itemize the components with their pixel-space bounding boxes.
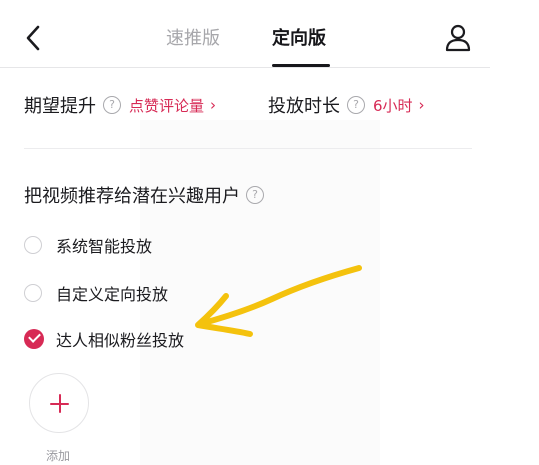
background-shade [140, 120, 380, 465]
top-bar: 速推版 定向版 [0, 0, 539, 68]
chevron-left-icon [26, 25, 40, 51]
targeting-title: 把视频推荐给潜在兴趣用户 ? [24, 182, 272, 208]
screen: 速推版 定向版 期望提升 ? 点赞评论量 › 投放时长 ? 6小时 › 把视频推… [0, 0, 539, 465]
radio-custom-targeting[interactable]: 自定义定向投放 [24, 281, 168, 305]
boost-goal-value: 点赞评论量 [129, 96, 205, 115]
radio-label: 自定义定向投放 [56, 285, 169, 304]
help-icon[interactable]: ? [246, 186, 264, 204]
boost-goal-selector[interactable]: 点赞评论量 › [129, 95, 216, 116]
plus-icon-bar [58, 394, 61, 413]
tab-targeted-boost[interactable]: 定向版 [272, 27, 326, 51]
targeting-title-text: 把视频推荐给潜在兴趣用户 [24, 186, 240, 207]
radio-circle [24, 236, 42, 254]
duration-label: 投放时长 [268, 96, 340, 117]
radio-circle [24, 284, 42, 302]
help-icon[interactable]: ? [103, 96, 121, 114]
check-icon [24, 329, 44, 349]
duration-value: 6小时 [373, 96, 413, 115]
header-divider [0, 67, 490, 68]
user-button[interactable] [443, 23, 473, 53]
radio-label: 达人相似粉丝投放 [56, 331, 185, 350]
duration-option: 投放时长 ? 6小时 › [268, 92, 425, 118]
duration-selector[interactable]: 6小时 › [373, 95, 425, 116]
user-icon [445, 24, 471, 52]
add-label: 添加 [46, 449, 71, 463]
radio-label: 系统智能投放 [56, 237, 153, 256]
radio-system-smart[interactable]: 系统智能投放 [24, 233, 152, 257]
boost-goal-label: 期望提升 [24, 96, 96, 117]
chevron-right-icon: › [210, 96, 217, 114]
help-icon[interactable]: ? [347, 96, 365, 114]
tab-quick-boost[interactable]: 速推版 [166, 27, 220, 51]
radio-similar-fans[interactable]: 达人相似粉丝投放 [24, 327, 184, 351]
back-button[interactable] [22, 24, 46, 52]
add-button[interactable] [29, 373, 89, 433]
boost-goal-option: 期望提升 ? 点赞评论量 › [24, 92, 216, 118]
chevron-right-icon: › [418, 96, 425, 114]
section-divider [24, 148, 472, 149]
